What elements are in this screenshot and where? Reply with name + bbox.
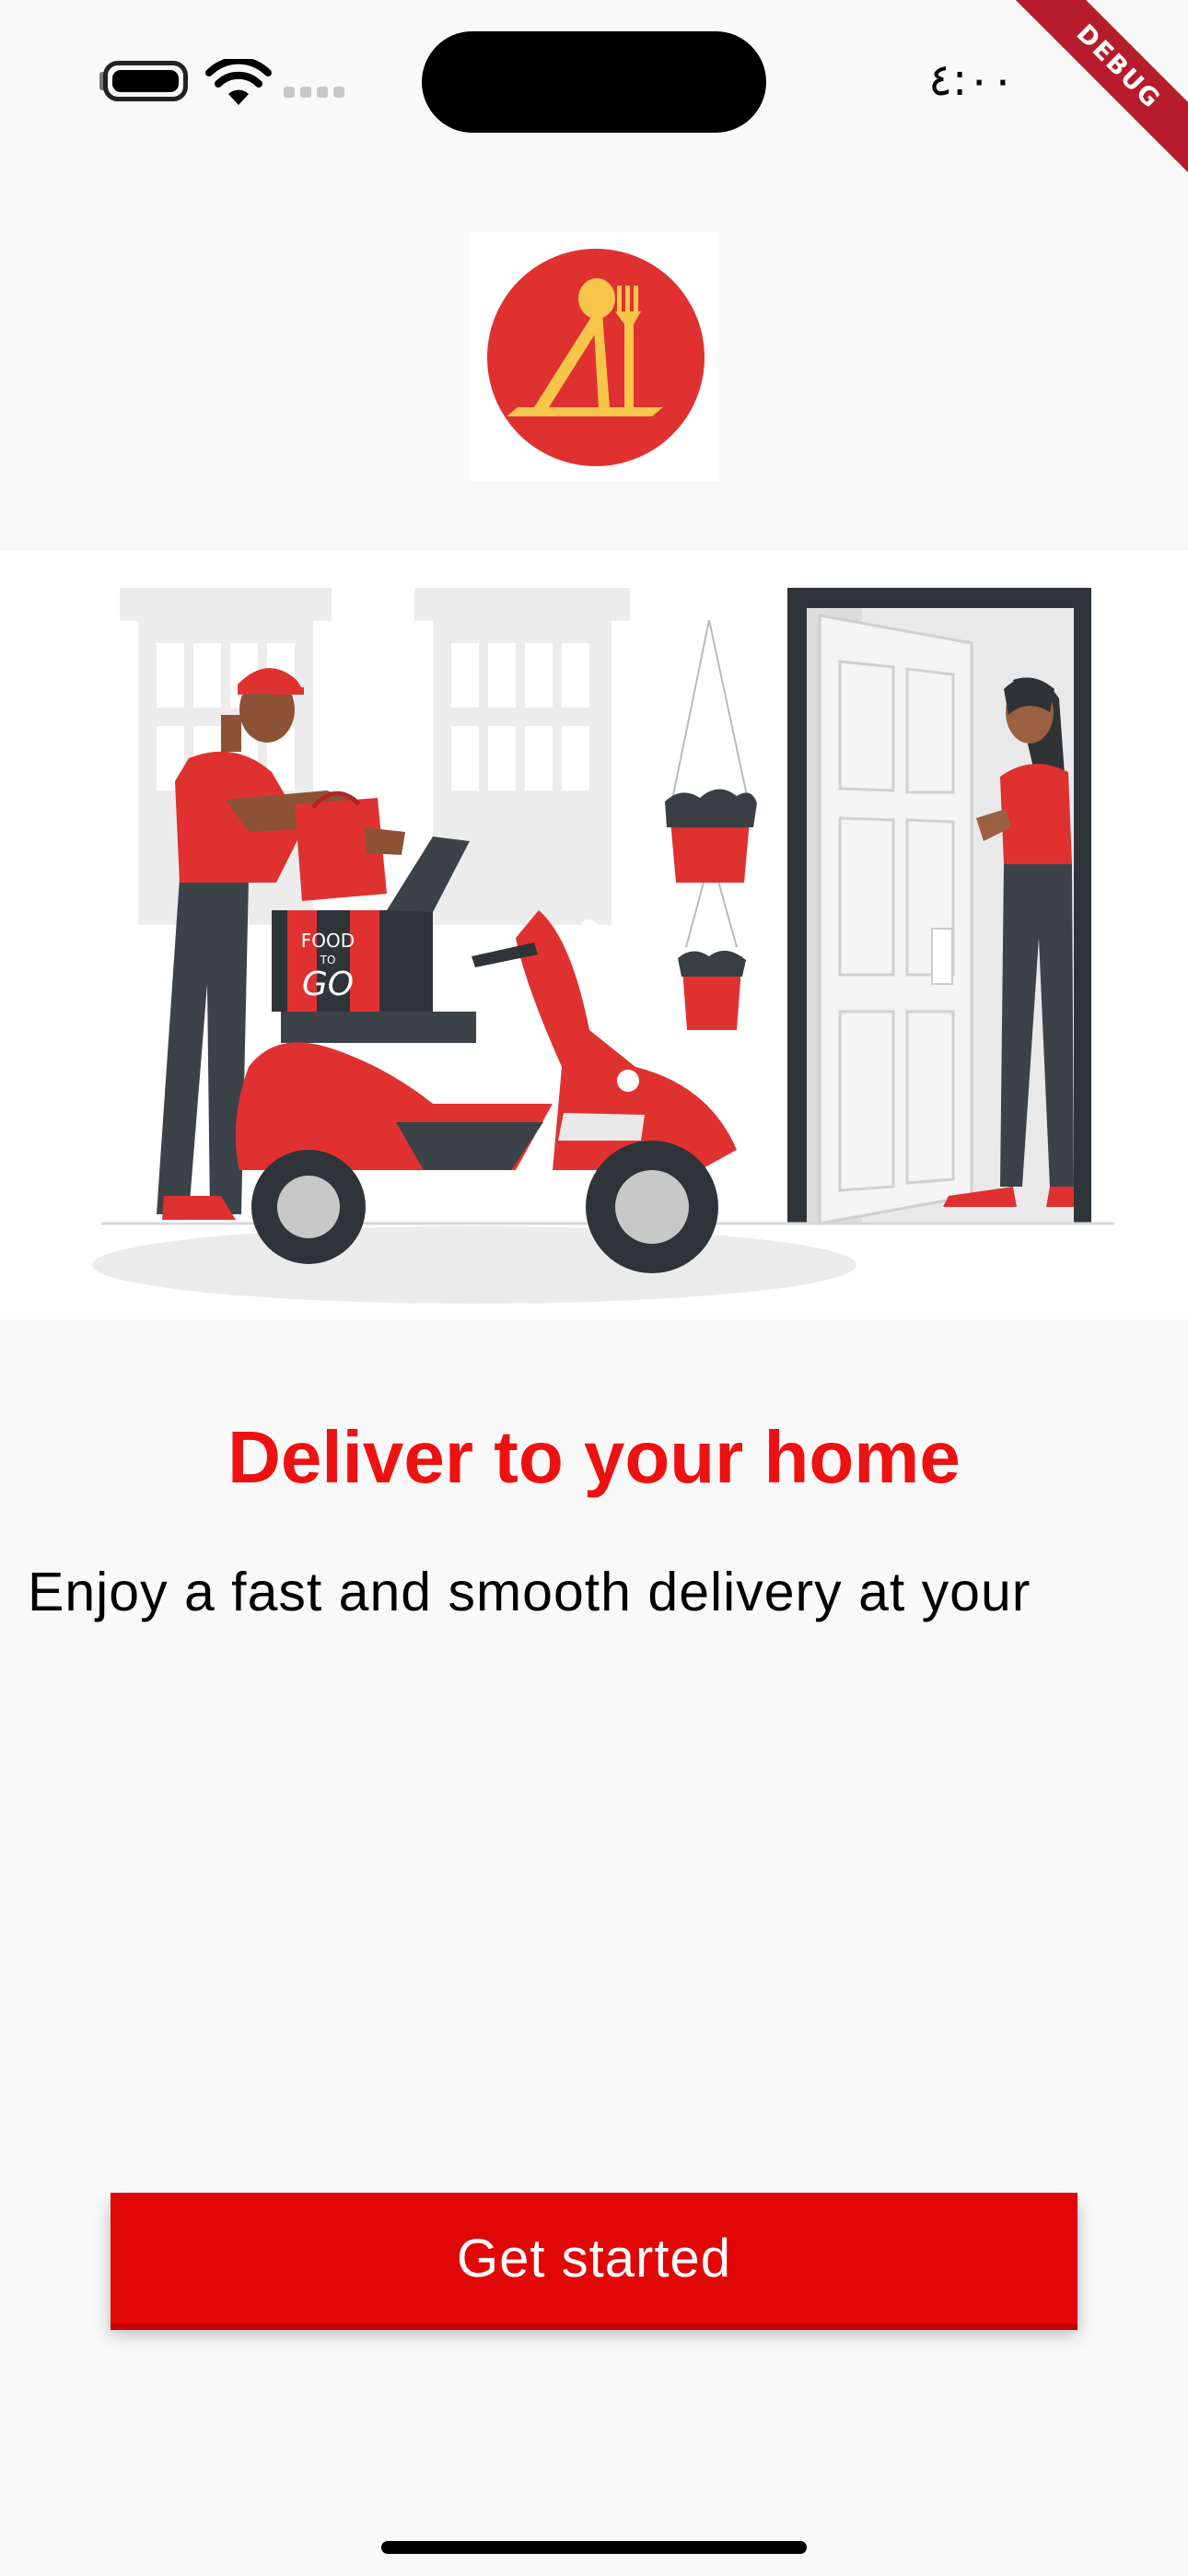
onboarding-title: Deliver to your home bbox=[227, 1416, 961, 1498]
wifi-icon bbox=[205, 59, 272, 105]
dynamic-island bbox=[422, 31, 766, 133]
status-bar: ٤:٠٠ bbox=[0, 0, 1188, 161]
onboarding-description: Enjoy a fast and smooth delivery at your bbox=[28, 1562, 1031, 1622]
box-text-go: GO bbox=[302, 966, 354, 1003]
restaurant-logo-icon bbox=[487, 249, 705, 466]
delivery-illustration: FOOD TO GO bbox=[0, 551, 1188, 1319]
app-logo bbox=[470, 232, 718, 481]
get-started-button[interactable]: Get started bbox=[111, 2193, 1077, 2324]
cellular-signal-icon bbox=[284, 87, 344, 98]
delivery-scooter-illustration: FOOD TO GO bbox=[92, 588, 1114, 1304]
status-clock: ٤:٠٠ bbox=[928, 54, 1015, 106]
home-indicator[interactable] bbox=[381, 2541, 807, 2554]
battery-icon bbox=[103, 61, 188, 101]
box-text-food: FOOD bbox=[301, 930, 355, 952]
box-text-to: TO bbox=[320, 954, 336, 966]
